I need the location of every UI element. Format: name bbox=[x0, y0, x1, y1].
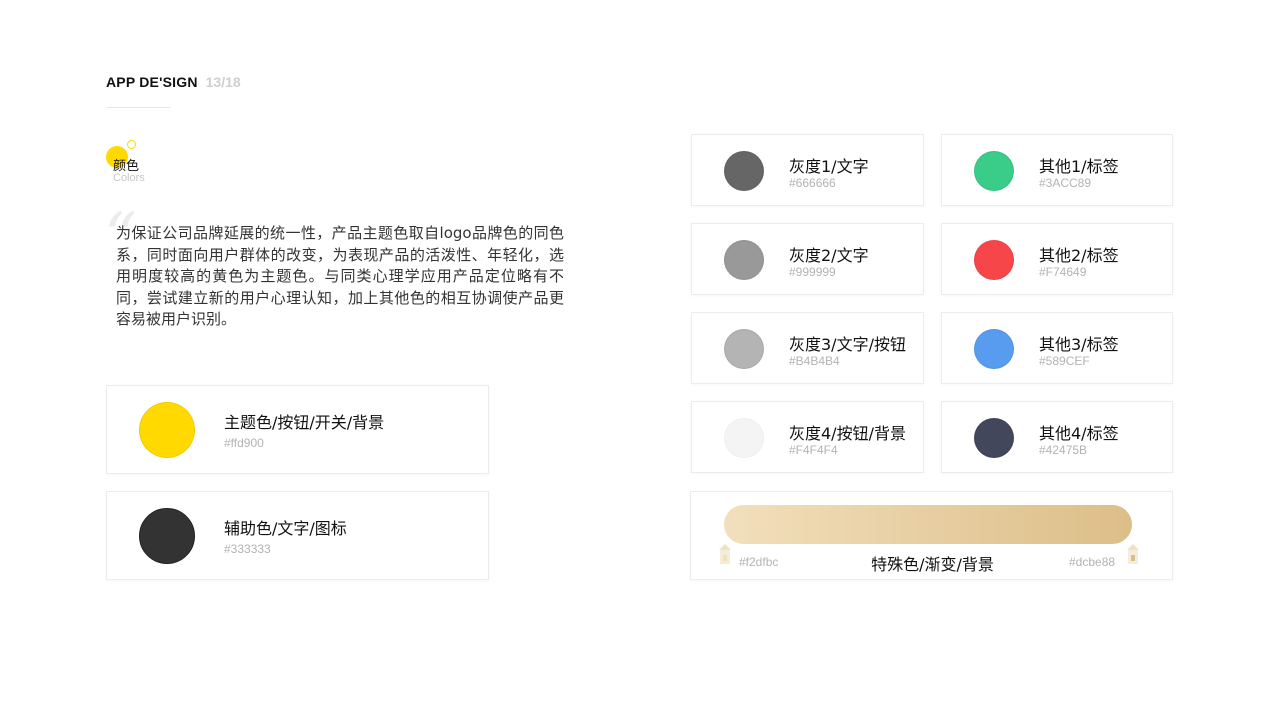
swatch-other-1 bbox=[974, 151, 1014, 191]
color-name: 其他1/标签 bbox=[1039, 157, 1119, 176]
color-hex: #B4B4B4 bbox=[789, 354, 840, 368]
gradient-end-marker-icon bbox=[1127, 544, 1139, 566]
header-title: APP DE'SIGN bbox=[106, 74, 198, 90]
color-card-gray-2: 灰度2/文字 #999999 bbox=[691, 223, 924, 295]
section-subtitle: Colors bbox=[113, 172, 145, 184]
swatch-gray-3 bbox=[724, 329, 764, 369]
color-card-secondary: 辅助色/文字/图标 #333333 bbox=[106, 491, 489, 580]
color-hex: #ffd900 bbox=[224, 436, 264, 450]
color-hex: #589CEF bbox=[1039, 354, 1090, 368]
color-name: 灰度2/文字 bbox=[789, 246, 869, 265]
swatch-primary bbox=[139, 402, 195, 458]
color-name: 其他4/标签 bbox=[1039, 424, 1119, 443]
color-name: 主题色/按钮/开关/背景 bbox=[224, 413, 385, 432]
color-card-gray-4: 灰度4/按钮/背景 #F4F4F4 bbox=[691, 401, 924, 473]
color-hex: #3ACC89 bbox=[1039, 176, 1092, 190]
color-hex: #666666 bbox=[789, 176, 836, 190]
description-text: 为保证公司品牌延展的统一性，产品主题色取自logo品牌色的同色系，同时面向用户群… bbox=[116, 224, 564, 328]
gradient-card: #f2dfbc 特殊色/渐变/背景 #dcbe88 bbox=[690, 491, 1173, 580]
gradient-end-hex: #dcbe88 bbox=[1069, 555, 1116, 569]
color-hex: #F74649 bbox=[1039, 265, 1087, 279]
swatch-other-2 bbox=[974, 240, 1014, 280]
color-name: 灰度4/按钮/背景 bbox=[789, 424, 906, 443]
color-card-primary: 主题色/按钮/开关/背景 #ffd900 bbox=[106, 385, 489, 474]
small-ring-icon bbox=[127, 140, 136, 149]
color-hex: #F4F4F4 bbox=[789, 443, 838, 457]
color-card-other-4: 其他4/标签 #42475B bbox=[941, 401, 1173, 473]
color-card-gray-1: 灰度1/文字 #666666 bbox=[691, 134, 924, 206]
color-hex: #999999 bbox=[789, 265, 836, 279]
swatch-gray-2 bbox=[724, 240, 764, 280]
color-name: 其他3/标签 bbox=[1039, 335, 1119, 354]
swatch-secondary bbox=[139, 508, 195, 564]
color-card-other-1: 其他1/标签 #3ACC89 bbox=[941, 134, 1173, 206]
swatch-other-3 bbox=[974, 329, 1014, 369]
color-card-other-3: 其他3/标签 #589CEF bbox=[941, 312, 1173, 384]
section-heading: 颜色 Colors bbox=[106, 140, 166, 190]
color-hex: #42475B bbox=[1039, 443, 1088, 457]
gradient-bar bbox=[724, 505, 1132, 544]
swatch-other-4 bbox=[974, 418, 1014, 458]
color-name: 灰度1/文字 bbox=[789, 157, 869, 176]
header-divider bbox=[106, 107, 170, 108]
page-number: 13/18 bbox=[205, 74, 241, 90]
swatch-gray-4 bbox=[724, 418, 764, 458]
color-name: 灰度3/文字/按钮 bbox=[789, 335, 906, 354]
color-card-gray-3: 灰度3/文字/按钮 #B4B4B4 bbox=[691, 312, 924, 384]
color-card-other-2: 其他2/标签 #F74649 bbox=[941, 223, 1173, 295]
color-name: 辅助色/文字/图标 bbox=[224, 519, 347, 538]
color-name: 其他2/标签 bbox=[1039, 246, 1119, 265]
header: APP DE'SIGN 13/18 bbox=[106, 72, 241, 91]
color-hex: #333333 bbox=[224, 542, 271, 556]
swatch-gray-1 bbox=[724, 151, 764, 191]
